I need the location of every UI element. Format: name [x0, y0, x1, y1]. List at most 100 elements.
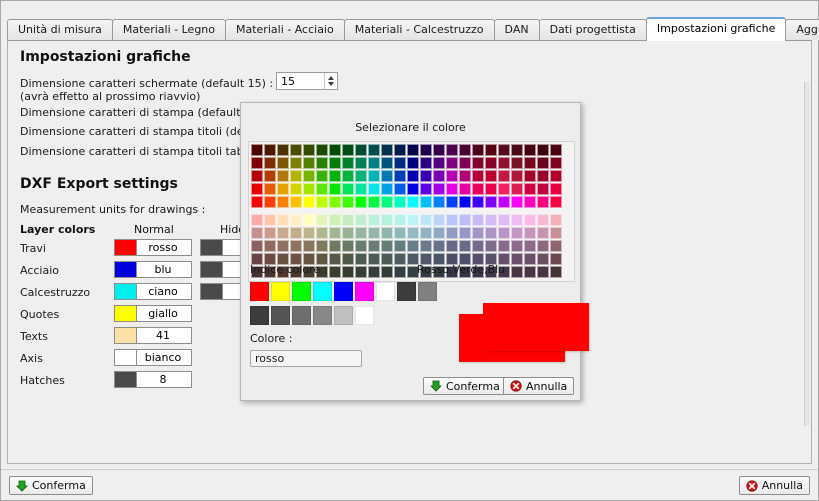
- index-color-swatch[interactable]: [334, 306, 353, 325]
- palette-swatch[interactable]: [511, 266, 523, 278]
- palette-swatch[interactable]: [537, 253, 549, 265]
- palette-swatch[interactable]: [251, 170, 263, 182]
- palette-swatch[interactable]: [329, 183, 341, 195]
- palette-swatch[interactable]: [394, 227, 406, 239]
- palette-swatch[interactable]: [355, 240, 367, 252]
- color-swatch[interactable]: [201, 240, 223, 255]
- index-color-swatch[interactable]: [271, 306, 290, 325]
- palette-swatch[interactable]: [329, 144, 341, 156]
- palette-swatch[interactable]: [459, 170, 471, 182]
- palette-swatch[interactable]: [316, 157, 328, 169]
- tab-unit-di-misura[interactable]: Unità di misura: [7, 19, 113, 40]
- color-swatch[interactable]: [115, 284, 137, 299]
- color-field-normal[interactable]: blu: [114, 261, 192, 278]
- font-size-screen-stepper[interactable]: 15: [276, 72, 338, 90]
- palette-swatch[interactable]: [485, 183, 497, 195]
- palette-swatch[interactable]: [524, 170, 536, 182]
- palette-swatch[interactable]: [550, 214, 562, 226]
- palette-swatch[interactable]: [290, 214, 302, 226]
- palette-swatch[interactable]: [355, 183, 367, 195]
- palette-swatch[interactable]: [485, 157, 497, 169]
- palette-swatch[interactable]: [264, 227, 276, 239]
- color-swatch[interactable]: [115, 350, 137, 365]
- palette-swatch[interactable]: [303, 227, 315, 239]
- palette-swatch[interactable]: [303, 183, 315, 195]
- palette-swatch[interactable]: [342, 157, 354, 169]
- palette-swatch[interactable]: [498, 240, 510, 252]
- palette-swatch[interactable]: [537, 144, 549, 156]
- palette-swatch[interactable]: [342, 253, 354, 265]
- palette-swatch[interactable]: [433, 196, 445, 208]
- palette-swatch[interactable]: [316, 183, 328, 195]
- palette-swatch[interactable]: [472, 157, 484, 169]
- palette-swatch[interactable]: [485, 144, 497, 156]
- palette-swatch[interactable]: [498, 227, 510, 239]
- color-field-normal[interactable]: ciano: [114, 283, 192, 300]
- palette-swatch[interactable]: [550, 240, 562, 252]
- palette-swatch[interactable]: [459, 196, 471, 208]
- palette-swatch[interactable]: [459, 183, 471, 195]
- palette-swatch[interactable]: [394, 157, 406, 169]
- palette-swatch[interactable]: [407, 227, 419, 239]
- palette-swatch[interactable]: [498, 170, 510, 182]
- palette-swatch[interactable]: [537, 214, 549, 226]
- tab-impostazioni-grafiche[interactable]: Impostazioni grafiche: [646, 17, 787, 40]
- palette-swatch[interactable]: [524, 144, 536, 156]
- palette-swatch[interactable]: [368, 144, 380, 156]
- palette-swatch[interactable]: [459, 240, 471, 252]
- palette-swatch[interactable]: [511, 214, 523, 226]
- palette-swatch[interactable]: [277, 227, 289, 239]
- palette-swatch[interactable]: [290, 227, 302, 239]
- palette-swatch[interactable]: [251, 227, 263, 239]
- palette-swatch[interactable]: [251, 144, 263, 156]
- palette-swatch[interactable]: [511, 227, 523, 239]
- palette-swatch[interactable]: [277, 240, 289, 252]
- palette-swatch[interactable]: [394, 253, 406, 265]
- palette-swatch[interactable]: [498, 196, 510, 208]
- color-swatch[interactable]: [115, 306, 137, 321]
- palette-swatch[interactable]: [316, 170, 328, 182]
- palette-swatch[interactable]: [329, 196, 341, 208]
- palette-swatch[interactable]: [550, 170, 562, 182]
- palette-swatch[interactable]: [407, 214, 419, 226]
- palette-swatch[interactable]: [472, 144, 484, 156]
- palette-swatch[interactable]: [459, 144, 471, 156]
- palette-swatch[interactable]: [381, 240, 393, 252]
- palette-swatch[interactable]: [537, 240, 549, 252]
- palette-swatch[interactable]: [303, 170, 315, 182]
- palette-swatch[interactable]: [511, 253, 523, 265]
- palette-swatch[interactable]: [394, 240, 406, 252]
- index-color-swatch[interactable]: [250, 306, 269, 325]
- palette-swatch[interactable]: [407, 170, 419, 182]
- palette-swatch[interactable]: [368, 196, 380, 208]
- palette-swatch[interactable]: [524, 266, 536, 278]
- palette-swatch[interactable]: [251, 196, 263, 208]
- palette-swatch[interactable]: [277, 196, 289, 208]
- palette-swatch[interactable]: [524, 214, 536, 226]
- color-swatch[interactable]: [115, 240, 137, 255]
- palette-swatch[interactable]: [381, 266, 393, 278]
- palette-swatch[interactable]: [329, 170, 341, 182]
- palette-swatch[interactable]: [407, 157, 419, 169]
- palette-swatch[interactable]: [329, 157, 341, 169]
- palette-swatch[interactable]: [381, 196, 393, 208]
- palette-swatch[interactable]: [394, 196, 406, 208]
- palette-swatch[interactable]: [537, 266, 549, 278]
- palette-swatch[interactable]: [446, 214, 458, 226]
- palette-swatch[interactable]: [550, 227, 562, 239]
- palette-swatch[interactable]: [277, 144, 289, 156]
- palette-swatch[interactable]: [472, 196, 484, 208]
- palette-swatch[interactable]: [355, 214, 367, 226]
- palette-swatch[interactable]: [550, 157, 562, 169]
- palette-swatch[interactable]: [550, 144, 562, 156]
- palette-swatch[interactable]: [342, 183, 354, 195]
- tab-materiali-acciaio[interactable]: Materiali - Acciaio: [225, 19, 345, 40]
- palette-swatch[interactable]: [264, 144, 276, 156]
- palette-swatch[interactable]: [316, 240, 328, 252]
- palette-swatch[interactable]: [459, 157, 471, 169]
- color-field-normal[interactable]: rosso: [114, 239, 192, 256]
- palette-swatch[interactable]: [342, 240, 354, 252]
- palette-swatch[interactable]: [342, 266, 354, 278]
- palette-swatch[interactable]: [550, 253, 562, 265]
- palette-swatch[interactable]: [342, 227, 354, 239]
